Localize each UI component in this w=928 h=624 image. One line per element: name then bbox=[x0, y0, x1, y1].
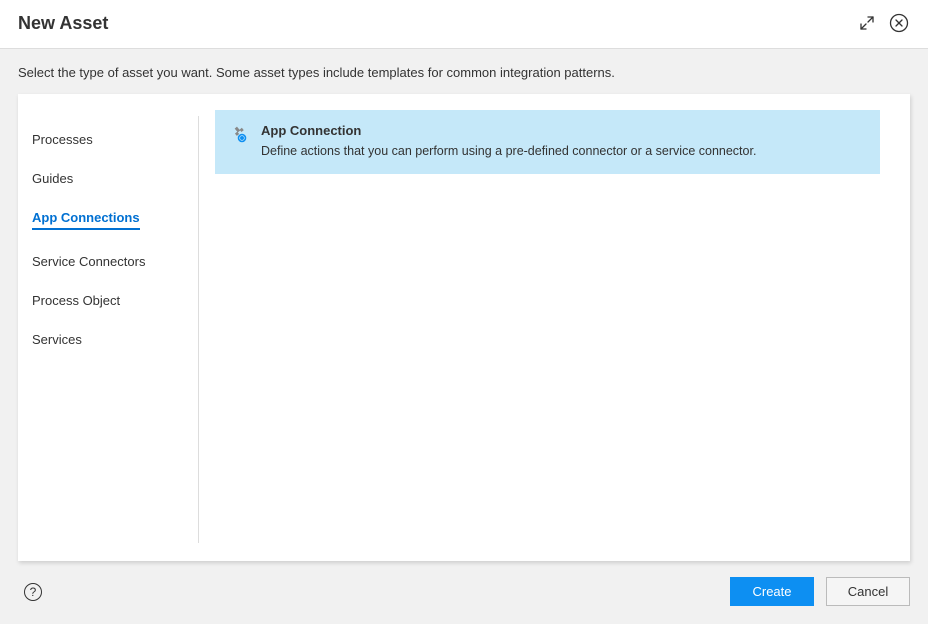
sidebar-item-label: Service Connectors bbox=[32, 254, 145, 269]
sidebar-item-label: Process Object bbox=[32, 293, 120, 308]
asset-card-app-connection[interactable]: App Connection Define actions that you c… bbox=[215, 110, 880, 174]
main-panel: Processes Guides App Connections Service… bbox=[18, 94, 910, 561]
header-controls bbox=[856, 12, 910, 34]
connector-icon bbox=[229, 124, 249, 144]
sidebar-item-label: Services bbox=[32, 332, 82, 347]
footer-right: Create Cancel bbox=[730, 577, 910, 606]
sidebar-item-services[interactable]: Services bbox=[32, 320, 198, 359]
sidebar-item-label: Processes bbox=[32, 132, 93, 147]
help-icon[interactable]: ? bbox=[24, 583, 42, 601]
dialog-body: Select the type of asset you want. Some … bbox=[0, 49, 928, 624]
sidebar-item-app-connections[interactable]: App Connections bbox=[32, 198, 198, 242]
close-icon[interactable] bbox=[888, 12, 910, 34]
sidebar-item-process-object[interactable]: Process Object bbox=[32, 281, 198, 320]
sidebar-item-service-connectors[interactable]: Service Connectors bbox=[32, 242, 198, 281]
dialog-title: New Asset bbox=[18, 13, 108, 34]
footer-left: ? bbox=[18, 583, 42, 601]
asset-type-sidebar: Processes Guides App Connections Service… bbox=[18, 110, 198, 561]
sidebar-item-label: App Connections bbox=[32, 210, 140, 230]
dialog-description: Select the type of asset you want. Some … bbox=[18, 65, 910, 80]
cancel-button[interactable]: Cancel bbox=[826, 577, 910, 606]
help-label: ? bbox=[30, 585, 37, 599]
sidebar-item-label: Guides bbox=[32, 171, 73, 186]
asset-text: App Connection Define actions that you c… bbox=[261, 123, 862, 161]
expand-icon[interactable] bbox=[856, 12, 878, 34]
dialog-footer: ? Create Cancel bbox=[18, 561, 910, 614]
asset-description: Define actions that you can perform usin… bbox=[261, 142, 862, 161]
sidebar-item-guides[interactable]: Guides bbox=[32, 159, 198, 198]
asset-title: App Connection bbox=[261, 123, 862, 138]
create-button[interactable]: Create bbox=[730, 577, 814, 606]
dialog-header: New Asset bbox=[0, 0, 928, 49]
asset-content: App Connection Define actions that you c… bbox=[199, 110, 910, 561]
sidebar-item-processes[interactable]: Processes bbox=[32, 120, 198, 159]
